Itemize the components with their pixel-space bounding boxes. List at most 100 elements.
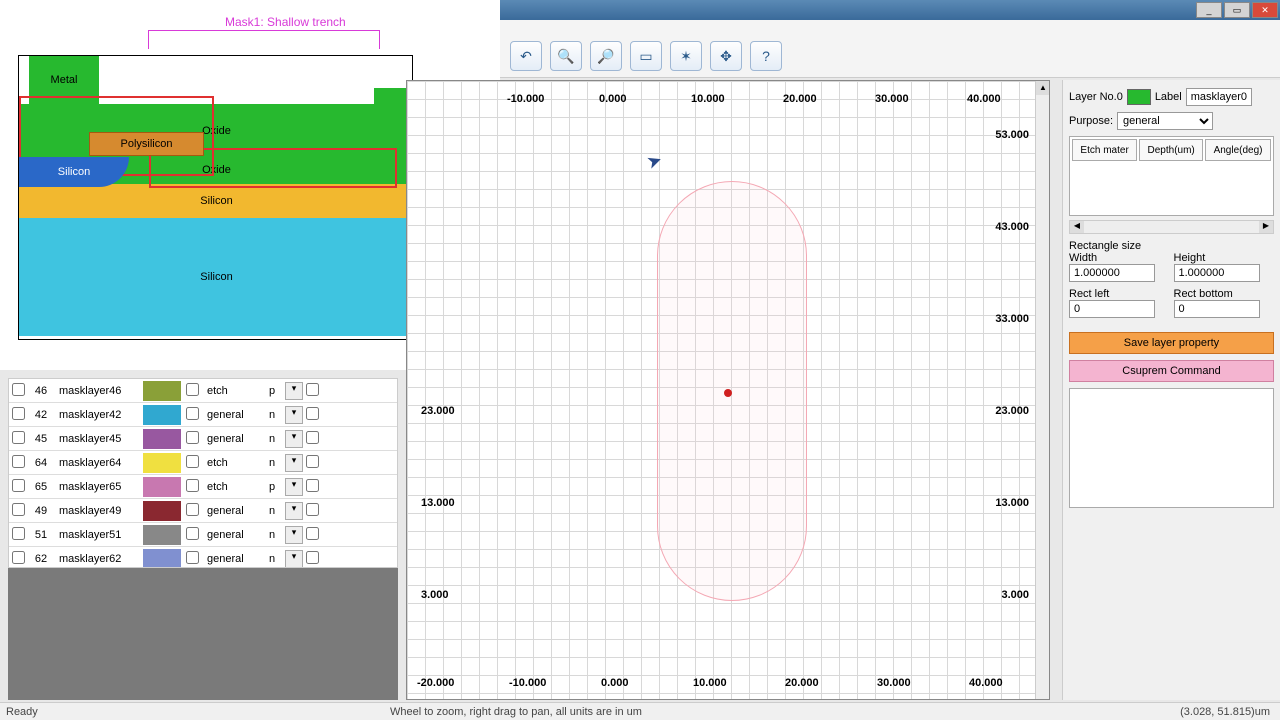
- row-name: masklayer65: [55, 481, 141, 493]
- scroll-left-icon[interactable]: ◀: [1070, 221, 1084, 233]
- scroll-up-icon[interactable]: ▲: [1036, 81, 1050, 95]
- pan-icon[interactable]: ✥: [710, 41, 742, 71]
- col-angle: Angle(deg): [1205, 139, 1271, 161]
- xtick-bot: 0.000: [601, 677, 629, 689]
- properties-panel: Layer No.0 Label Purpose: general Etch m…: [1062, 80, 1280, 700]
- rect-title: Rectangle size: [1069, 240, 1274, 252]
- layer-silicon2: Silicon: [19, 184, 414, 218]
- table-row[interactable]: 45 masklayer45 general n ▾: [9, 427, 397, 451]
- height-input[interactable]: [1174, 264, 1260, 282]
- status-coords: (3.028, 51.815)um: [1180, 706, 1280, 718]
- help-icon[interactable]: ?: [750, 41, 782, 71]
- command-output[interactable]: [1069, 388, 1274, 508]
- row-lock-checkbox[interactable]: [186, 527, 199, 540]
- row-lock-checkbox[interactable]: [186, 431, 199, 444]
- window-close-button[interactable]: ✕: [1252, 2, 1278, 18]
- label-input[interactable]: [1186, 88, 1252, 106]
- window-minimize-button[interactable]: _: [1196, 2, 1222, 18]
- rectleft-input[interactable]: [1069, 300, 1155, 318]
- purpose-select[interactable]: general: [1117, 112, 1213, 130]
- window-maximize-button[interactable]: ▭: [1224, 2, 1250, 18]
- row-color-swatch[interactable]: [143, 549, 181, 569]
- table-row[interactable]: 64 masklayer64 etch n ▾: [9, 451, 397, 475]
- callout-label: Mask1: Shallow trench: [225, 15, 346, 29]
- row-color-swatch[interactable]: [143, 525, 181, 545]
- row-extra-checkbox[interactable]: [306, 479, 319, 492]
- row-lock-checkbox[interactable]: [186, 503, 199, 516]
- row-extra-checkbox[interactable]: [306, 527, 319, 540]
- ytick-right: 33.000: [995, 313, 1029, 325]
- xtick-top: 40.000: [967, 93, 1001, 105]
- xtick-top: 20.000: [783, 93, 817, 105]
- zoom-in-icon[interactable]: 🔍: [550, 41, 582, 71]
- row-color-swatch[interactable]: [143, 477, 181, 497]
- row-extra-checkbox[interactable]: [306, 455, 319, 468]
- save-layer-button[interactable]: Save layer property: [1069, 332, 1274, 354]
- ytick-right: 3.000: [1001, 589, 1029, 601]
- row-dropdown-icon[interactable]: ▾: [285, 502, 303, 520]
- row-color-swatch[interactable]: [143, 405, 181, 425]
- row-extra-checkbox[interactable]: [306, 551, 319, 564]
- undo-icon[interactable]: ↶: [510, 41, 542, 71]
- prop-table-hscroll[interactable]: ◀ ▶: [1069, 220, 1274, 234]
- row-color-swatch[interactable]: [143, 429, 181, 449]
- fit-icon[interactable]: ✶: [670, 41, 702, 71]
- row-no: 64: [27, 457, 55, 469]
- width-input[interactable]: [1069, 264, 1155, 282]
- row-visible-checkbox[interactable]: [12, 527, 25, 540]
- row-dropdown-icon[interactable]: ▾: [285, 430, 303, 448]
- zoom-rect-icon[interactable]: ▭: [630, 41, 662, 71]
- row-dropdown-icon[interactable]: ▾: [285, 454, 303, 472]
- row-dropdown-icon[interactable]: ▾: [285, 382, 303, 400]
- row-visible-checkbox[interactable]: [12, 383, 25, 396]
- row-lock-checkbox[interactable]: [186, 479, 199, 492]
- ytick-right: 13.000: [995, 497, 1029, 509]
- csuprem-cmd-button[interactable]: Csuprem Command: [1069, 360, 1274, 382]
- row-color-swatch[interactable]: [143, 453, 181, 473]
- row-type: general: [201, 553, 261, 565]
- row-visible-checkbox[interactable]: [12, 479, 25, 492]
- xtick-top: 10.000: [691, 93, 725, 105]
- row-extra-checkbox[interactable]: [306, 431, 319, 444]
- mask-shape-stadium[interactable]: [657, 181, 807, 601]
- row-dropdown-icon[interactable]: ▾: [285, 526, 303, 544]
- row-lock-checkbox[interactable]: [186, 383, 199, 396]
- cross-section: Metal Metal Oxide Polysilicon Oxide Sili…: [18, 55, 413, 340]
- ytick-left: 3.000: [421, 589, 449, 601]
- table-row[interactable]: 51 masklayer51 general n ▾: [9, 523, 397, 547]
- row-visible-checkbox[interactable]: [12, 431, 25, 444]
- layout-canvas[interactable]: -10.0000.00010.00020.00030.00040.000 -20…: [406, 80, 1050, 700]
- rectbot-input[interactable]: [1174, 300, 1260, 318]
- row-visible-checkbox[interactable]: [12, 455, 25, 468]
- row-visible-checkbox[interactable]: [12, 407, 25, 420]
- row-extra-checkbox[interactable]: [306, 407, 319, 420]
- table-row[interactable]: 42 masklayer42 general n ▾: [9, 403, 397, 427]
- rectleft-label: Rect left: [1069, 288, 1109, 300]
- row-color-swatch[interactable]: [143, 381, 181, 401]
- row-type: etch: [201, 457, 261, 469]
- etch-prop-table[interactable]: Etch mater Depth(um) Angle(deg): [1069, 136, 1274, 216]
- canvas-vscroll[interactable]: ▲: [1035, 81, 1049, 699]
- row-extra-checkbox[interactable]: [306, 503, 319, 516]
- row-lock-checkbox[interactable]: [186, 455, 199, 468]
- row-color-swatch[interactable]: [143, 501, 181, 521]
- zoom-out-icon[interactable]: 🔎: [590, 41, 622, 71]
- col-etch-mater: Etch mater: [1072, 139, 1137, 161]
- row-lock-checkbox[interactable]: [186, 407, 199, 420]
- scroll-right-icon[interactable]: ▶: [1259, 221, 1273, 233]
- purpose-label: Purpose:: [1069, 115, 1113, 127]
- layer-color-swatch[interactable]: [1127, 89, 1151, 105]
- row-dropdown-icon[interactable]: ▾: [285, 406, 303, 424]
- row-visible-checkbox[interactable]: [12, 551, 25, 564]
- table-row[interactable]: 49 masklayer49 general n ▾: [9, 499, 397, 523]
- table-row[interactable]: 65 masklayer65 etch p ▾: [9, 475, 397, 499]
- ytick-right: 43.000: [995, 221, 1029, 233]
- gray-panel: [8, 568, 398, 700]
- row-visible-checkbox[interactable]: [12, 503, 25, 516]
- row-dropdown-icon[interactable]: ▾: [285, 478, 303, 496]
- row-extra-checkbox[interactable]: [306, 383, 319, 396]
- table-row[interactable]: 62 masklayer62 general n ▾: [9, 547, 397, 568]
- table-row[interactable]: 46 masklayer46 etch p ▾: [9, 379, 397, 403]
- row-lock-checkbox[interactable]: [186, 551, 199, 564]
- row-dropdown-icon[interactable]: ▾: [285, 550, 303, 568]
